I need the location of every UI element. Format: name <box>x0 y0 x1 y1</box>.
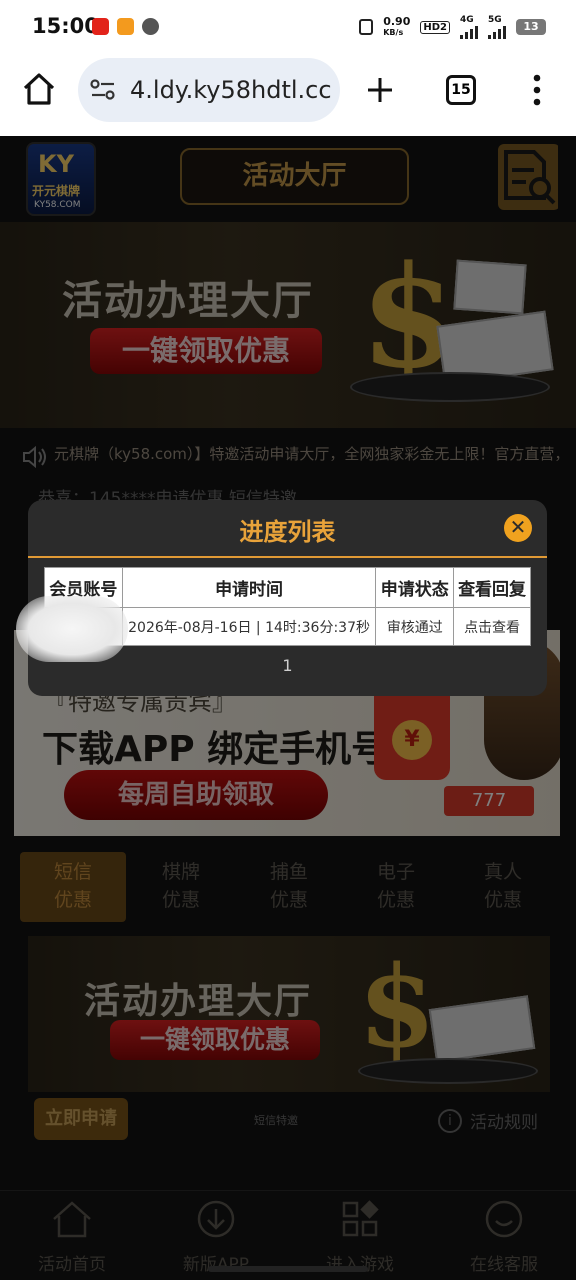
url-bar[interactable]: 4.ldy.ky58hdtl.cc <box>78 58 340 122</box>
battery-icon: 13 <box>516 19 546 35</box>
column-header: 申请状态 <box>375 567 455 608</box>
column-header: 申请时间 <box>121 567 377 608</box>
redaction-blur <box>16 596 128 662</box>
net-speed: 0.90 KB/s <box>383 16 410 38</box>
view-reply-link[interactable]: 点击查看 <box>453 607 531 646</box>
menu-dots-icon[interactable] <box>532 74 542 106</box>
signal-bars-icon <box>488 25 506 39</box>
status-cell: 审核通过 <box>375 607 455 646</box>
app-notification-icon <box>92 18 109 35</box>
web-page: KY 开元棋牌 KY58.COM 活动大厅 活动办理大厅 一键领取优惠 $ 元棋… <box>0 136 576 1280</box>
net2-label: 5G <box>488 15 506 39</box>
table-header-row: 会员账号 申请时间 申请状态 查看回复 <box>44 567 531 608</box>
column-header: 查看回复 <box>453 567 531 608</box>
time-cell: 2026年-08月-16日 | 14时:36分:37秒 <box>121 607 377 646</box>
url-text: 4.ldy.ky58hdtl.cc <box>130 76 332 104</box>
tab-switcher-button[interactable]: 15 <box>446 75 476 105</box>
home-icon[interactable] <box>22 72 56 106</box>
net-speed-unit: KB/s <box>383 28 404 37</box>
signal-bars-icon <box>460 25 478 39</box>
dialog-header: 进度列表 ✕ <box>28 500 547 558</box>
net1-label: 4G <box>460 15 478 39</box>
net-speed-value: 0.90 <box>383 15 411 28</box>
site-settings-icon[interactable] <box>90 78 116 102</box>
close-button[interactable]: ✕ <box>504 514 532 542</box>
new-tab-icon[interactable] <box>366 76 394 104</box>
shopping-notification-icon <box>117 18 134 35</box>
browser-toolbar: 4.ldy.ky58hdtl.cc 15 <box>0 52 576 136</box>
modal-backdrop[interactable] <box>0 136 576 1280</box>
status-bar: 15:00 0.90 KB/s HD2 4G 5G 13 <box>0 0 576 52</box>
dialog-title: 进度列表 <box>239 518 336 546</box>
status-right-group: 0.90 KB/s HD2 4G 5G 13 <box>359 15 546 39</box>
vibrate-icon <box>359 19 374 35</box>
net1-text: 4G <box>460 15 474 25</box>
message-icon <box>142 18 159 35</box>
close-icon: ✕ <box>509 515 527 539</box>
status-time: 15:00 <box>32 14 99 38</box>
hd-badge: HD2 <box>420 20 450 34</box>
net2-text: 5G <box>488 15 502 25</box>
